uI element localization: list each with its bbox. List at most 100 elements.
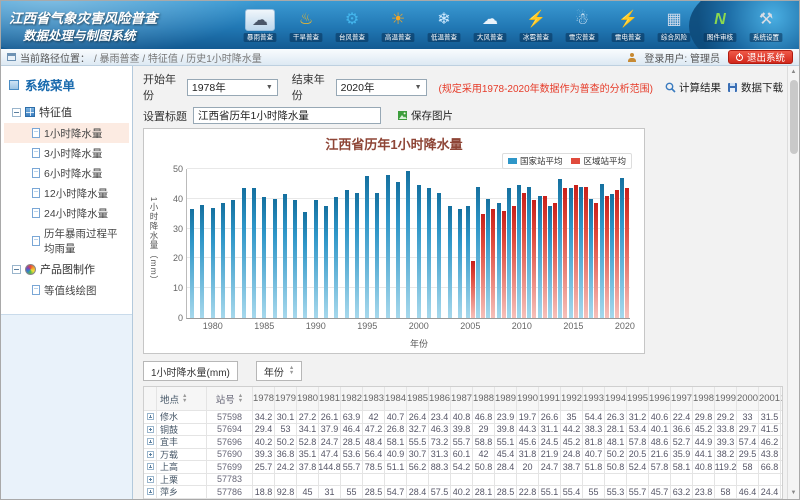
row-expand-cell[interactable] xyxy=(144,411,157,423)
bar-regional-2017[interactable] xyxy=(594,203,598,318)
toolbar-item-snow[interactable]: ☃雪灾普查 xyxy=(559,8,605,43)
vertical-scrollbar-thumb[interactable] xyxy=(790,80,798,154)
bar-regional-2016[interactable] xyxy=(584,187,588,318)
toolbar-item-cold[interactable]: ❄低温普查 xyxy=(421,8,467,43)
col-header-year-1993[interactable]: 1993 xyxy=(583,387,605,410)
toolbar-item-wind[interactable]: ☁大风普查 xyxy=(467,8,513,43)
toolbar-item-cyclone[interactable]: ⚙台风普查 xyxy=(329,8,375,43)
bar-national-2004[interactable] xyxy=(458,209,462,318)
exit-system-button[interactable]: 退出系统 xyxy=(728,50,793,64)
bar-national-2006[interactable] xyxy=(476,187,480,318)
bar-national-1994[interactable] xyxy=(355,193,359,318)
bar-national-1982[interactable] xyxy=(231,200,235,318)
sidebar-item-0-4[interactable]: 24小时降水量 xyxy=(4,203,129,223)
bar-national-1983[interactable] xyxy=(242,188,246,318)
bar-national-2013[interactable] xyxy=(548,206,552,318)
bar-national-1986[interactable] xyxy=(273,199,277,318)
station-name-cell[interactable]: 宜丰 xyxy=(157,436,207,448)
expand-icon[interactable] xyxy=(12,108,21,117)
col-header-station-id[interactable]: 站号▲▼ xyxy=(207,387,253,410)
pivot-measure-box[interactable]: 1小时降水量(mm) xyxy=(143,361,238,381)
station-name-cell[interactable]: 上栗 xyxy=(157,474,207,486)
bar-national-2007[interactable] xyxy=(486,199,490,318)
bar-national-1980[interactable] xyxy=(211,208,215,318)
bar-regional-2007[interactable] xyxy=(491,209,495,318)
bar-regional-2006[interactable] xyxy=(481,214,485,318)
bar-regional-2005[interactable] xyxy=(471,261,475,318)
bar-national-1996[interactable] xyxy=(375,193,379,318)
col-header-year-1989[interactable]: 1989 xyxy=(495,387,517,410)
col-header-year-1992[interactable]: 1992 xyxy=(561,387,583,410)
station-name-cell[interactable]: 莲花 xyxy=(157,499,207,500)
expand-plus-icon[interactable] xyxy=(147,426,154,433)
bar-regional-2015[interactable] xyxy=(574,185,578,318)
toolbar-item-map[interactable]: N图件审核 xyxy=(697,8,743,43)
chart-title-input[interactable] xyxy=(193,107,381,124)
bar-regional-2012[interactable] xyxy=(543,196,547,318)
calc-result-button[interactable]: 计算结果 xyxy=(665,80,721,95)
bar-national-1988[interactable] xyxy=(293,200,297,318)
bar-regional-2019[interactable] xyxy=(615,190,619,318)
col-header-location[interactable]: 地点▲▼ xyxy=(157,387,207,410)
station-name-cell[interactable]: 上高 xyxy=(157,461,207,473)
col-header-year-1983[interactable]: 1983 xyxy=(363,387,385,410)
row-expand-cell[interactable] xyxy=(144,436,157,448)
row-expand-cell[interactable] xyxy=(144,449,157,461)
row-expand-cell[interactable] xyxy=(144,461,157,473)
bar-national-2019[interactable] xyxy=(610,194,614,318)
sidebar-item-0-3[interactable]: 12小时降水量 xyxy=(4,183,129,203)
sidebar-item-1-0[interactable]: 等值线绘图 xyxy=(4,280,129,300)
col-header-year-2002[interactable]: 2002 xyxy=(781,387,783,410)
sidebar-item-0-2[interactable]: 6小时降水量 xyxy=(4,163,129,183)
toolbar-item-rain-cloud[interactable]: ☁暴雨普查 xyxy=(237,8,283,43)
expand-icon[interactable] xyxy=(12,265,21,274)
col-header-year-1986[interactable]: 1986 xyxy=(429,387,451,410)
bar-regional-2008[interactable] xyxy=(502,211,506,318)
chart-legend[interactable]: 国家站平均区域站平均 xyxy=(502,153,632,169)
col-header-year-1994[interactable]: 1994 xyxy=(605,387,627,410)
bar-national-2012[interactable] xyxy=(538,196,542,318)
col-header-year-1984[interactable]: 1984 xyxy=(385,387,407,410)
bar-national-1978[interactable] xyxy=(190,209,194,318)
bar-national-2010[interactable] xyxy=(517,185,521,318)
col-header-year-1999[interactable]: 1999 xyxy=(715,387,737,410)
bar-regional-2020[interactable] xyxy=(625,188,629,318)
bar-national-1997[interactable] xyxy=(386,175,390,318)
bar-national-1990[interactable] xyxy=(314,200,318,318)
col-header-year-1981[interactable]: 1981 xyxy=(319,387,341,410)
col-header-year-1987[interactable]: 1987 xyxy=(451,387,473,410)
save-image-button[interactable]: 保存图片 xyxy=(397,108,453,123)
bar-national-2008[interactable] xyxy=(497,203,501,318)
bar-national-2017[interactable] xyxy=(589,199,593,318)
bar-national-1998[interactable] xyxy=(396,182,400,318)
start-year-select[interactable]: 1978年 ▼ xyxy=(187,79,278,96)
bar-regional-2013[interactable] xyxy=(553,203,557,318)
bar-national-2000[interactable] xyxy=(417,185,421,318)
expand-plus-icon[interactable] xyxy=(147,476,154,483)
expand-plus-icon[interactable] xyxy=(147,488,154,495)
col-header-year-1998[interactable]: 1998 xyxy=(693,387,715,410)
bar-national-1992[interactable] xyxy=(334,197,338,318)
col-header-year-2000[interactable]: 2000 xyxy=(737,387,759,410)
scroll-down-arrow[interactable]: ▼ xyxy=(788,487,799,499)
col-header-year-1978[interactable]: 1978 xyxy=(253,387,275,410)
bar-national-1979[interactable] xyxy=(200,205,204,318)
expand-plus-icon[interactable] xyxy=(147,413,154,420)
col-header-year-1979[interactable]: 1979 xyxy=(275,387,297,410)
row-expand-cell[interactable] xyxy=(144,424,157,436)
bar-national-2020[interactable] xyxy=(620,178,624,318)
toolbar-item-wrench[interactable]: ⚒系统设置 xyxy=(743,8,789,43)
bar-regional-2018[interactable] xyxy=(605,196,609,318)
toolbar-item-calculator[interactable]: ▦综合风险 xyxy=(651,8,697,43)
bar-national-1985[interactable] xyxy=(262,197,266,318)
bar-national-2005[interactable] xyxy=(466,206,470,318)
expand-plus-icon[interactable] xyxy=(147,463,154,470)
station-name-cell[interactable]: 萍乡 xyxy=(157,486,207,498)
col-header-year-1982[interactable]: 1982 xyxy=(341,387,363,410)
bar-national-2009[interactable] xyxy=(507,188,511,318)
col-header-year-1995[interactable]: 1995 xyxy=(627,387,649,410)
breadcrumb[interactable]: / 暴雨普查 / 特征值 / 历史1小时降水量 xyxy=(94,50,262,65)
bar-national-2001[interactable] xyxy=(427,188,431,318)
end-year-select[interactable]: 2020年 ▼ xyxy=(336,79,427,96)
bar-national-2002[interactable] xyxy=(437,193,441,318)
